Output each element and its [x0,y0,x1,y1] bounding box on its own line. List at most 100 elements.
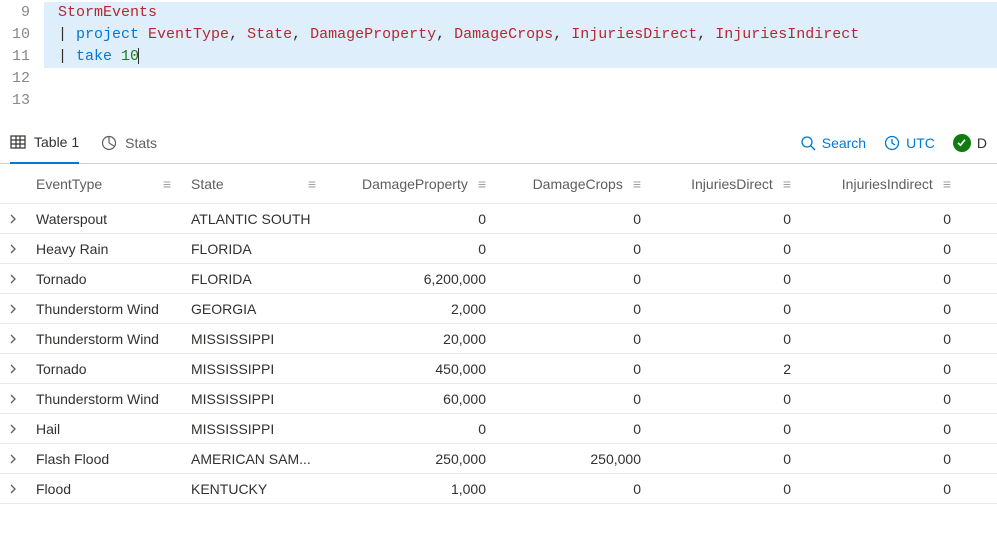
query-editor[interactable]: 9StormEvents10| project EventType, State… [0,0,997,112]
expand-row-button[interactable] [0,241,26,257]
search-icon [800,135,816,151]
cell-eventtype: Tornado [26,271,181,287]
column-header-injuriesdirect[interactable]: InjuriesDirect≡ [651,176,801,192]
cell-injuriesindirect: 0 [801,301,961,317]
text-cursor [138,48,139,64]
table-row[interactable]: TornadoMISSISSIPPI450,000020 [0,354,997,384]
table-icon [10,134,26,150]
result-tabbar: Table 1 Stats Search [0,122,997,164]
cell-damagecrops: 0 [496,361,651,377]
cell-state: FLORIDA [181,241,326,257]
status-done-label: D [977,135,987,151]
tab-table-label: Table 1 [34,134,79,150]
column-header-label: DamageCrops [533,176,623,192]
cell-damageproperty: 2,000 [326,301,496,317]
column-menu-icon[interactable]: ≡ [943,176,951,192]
column-menu-icon[interactable]: ≡ [163,176,171,192]
tab-table[interactable]: Table 1 [10,122,79,164]
column-menu-icon[interactable]: ≡ [783,176,791,192]
line-number: 12 [0,68,44,90]
cell-injuriesdirect: 0 [651,421,801,437]
table-row[interactable]: Thunderstorm WindMISSISSIPPI60,000000 [0,384,997,414]
table-row[interactable]: Flash FloodAMERICAN SAM...250,000250,000… [0,444,997,474]
line-number: 11 [0,46,44,68]
expand-row-button[interactable] [0,481,26,497]
cell-damagecrops: 0 [496,421,651,437]
cell-injuriesdirect: 0 [651,271,801,287]
expand-row-button[interactable] [0,421,26,437]
clock-icon [884,135,900,151]
expand-row-button[interactable] [0,391,26,407]
cell-damagecrops: 0 [496,391,651,407]
cell-injuriesindirect: 0 [801,451,961,467]
cell-injuriesdirect: 0 [651,241,801,257]
expand-row-button[interactable] [0,301,26,317]
cell-eventtype: Thunderstorm Wind [26,301,181,317]
cell-injuriesindirect: 0 [801,211,961,227]
cell-damageproperty: 0 [326,421,496,437]
cell-state: ATLANTIC SOUTH [181,211,326,227]
expand-row-button[interactable] [0,361,26,377]
expand-row-button[interactable] [0,271,26,287]
timezone-label: UTC [906,135,935,151]
search-button[interactable]: Search [800,135,866,151]
cell-damageproperty: 1,000 [326,481,496,497]
column-header-eventtype[interactable]: EventType ≡ [26,176,181,192]
cell-state: MISSISSIPPI [181,391,326,407]
column-header-injuriesindirect[interactable]: InjuriesIndirect≡ [801,176,961,192]
code-line[interactable]: StormEvents [44,2,997,24]
cell-eventtype: Tornado [26,361,181,377]
cell-injuriesdirect: 0 [651,331,801,347]
cell-state: FLORIDA [181,271,326,287]
column-menu-icon[interactable]: ≡ [633,176,641,192]
cell-state: GEORGIA [181,301,326,317]
cell-injuriesindirect: 0 [801,421,961,437]
timezone-button[interactable]: UTC [884,135,935,151]
cell-injuriesindirect: 0 [801,391,961,407]
table-row[interactable]: FloodKENTUCKY1,000000 [0,474,997,504]
cell-eventtype: Hail [26,421,181,437]
cell-state: MISSISSIPPI [181,421,326,437]
status-done[interactable]: D [953,134,987,152]
expand-row-button[interactable] [0,451,26,467]
stats-icon [101,135,117,151]
table-row[interactable]: Heavy RainFLORIDA0000 [0,234,997,264]
column-menu-icon[interactable]: ≡ [478,176,486,192]
cell-damagecrops: 0 [496,331,651,347]
cell-injuriesindirect: 0 [801,481,961,497]
table-row[interactable]: HailMISSISSIPPI0000 [0,414,997,444]
cell-damageproperty: 20,000 [326,331,496,347]
column-header-label: EventType [36,176,102,192]
cell-injuriesindirect: 0 [801,271,961,287]
expand-row-button[interactable] [0,331,26,347]
cell-injuriesindirect: 0 [801,241,961,257]
column-header-damagecrops[interactable]: DamageCrops ≡ [496,176,651,192]
cell-injuriesdirect: 0 [651,211,801,227]
cell-damagecrops: 0 [496,211,651,227]
tab-stats[interactable]: Stats [101,122,157,164]
column-header-label: State [191,176,224,192]
check-circle-icon [953,134,971,152]
table-row[interactable]: Thunderstorm WindMISSISSIPPI20,000000 [0,324,997,354]
cell-damageproperty: 450,000 [326,361,496,377]
line-number: 13 [0,90,44,112]
table-row[interactable]: WaterspoutATLANTIC SOUTH0000 [0,204,997,234]
cell-injuriesdirect: 0 [651,391,801,407]
cell-damagecrops: 0 [496,271,651,287]
column-header-damageproperty[interactable]: DamageProperty ≡ [326,176,496,192]
cell-damagecrops: 250,000 [496,451,651,467]
cell-state: MISSISSIPPI [181,361,326,377]
table-row[interactable]: TornadoFLORIDA6,200,000000 [0,264,997,294]
cell-damageproperty: 0 [326,211,496,227]
table-row[interactable]: Thunderstorm WindGEORGIA2,000000 [0,294,997,324]
cell-damageproperty: 60,000 [326,391,496,407]
column-menu-icon[interactable]: ≡ [308,176,316,192]
column-header-label: DamageProperty [362,176,468,192]
table-body: WaterspoutATLANTIC SOUTH0000Heavy RainFL… [0,204,997,504]
code-line[interactable]: | project EventType, State, DamageProper… [44,24,997,46]
cell-damagecrops: 0 [496,241,651,257]
column-header-state[interactable]: State ≡ [181,176,326,192]
expand-row-button[interactable] [0,211,26,227]
code-line[interactable]: | take 10 [44,46,997,68]
cell-eventtype: Thunderstorm Wind [26,391,181,407]
